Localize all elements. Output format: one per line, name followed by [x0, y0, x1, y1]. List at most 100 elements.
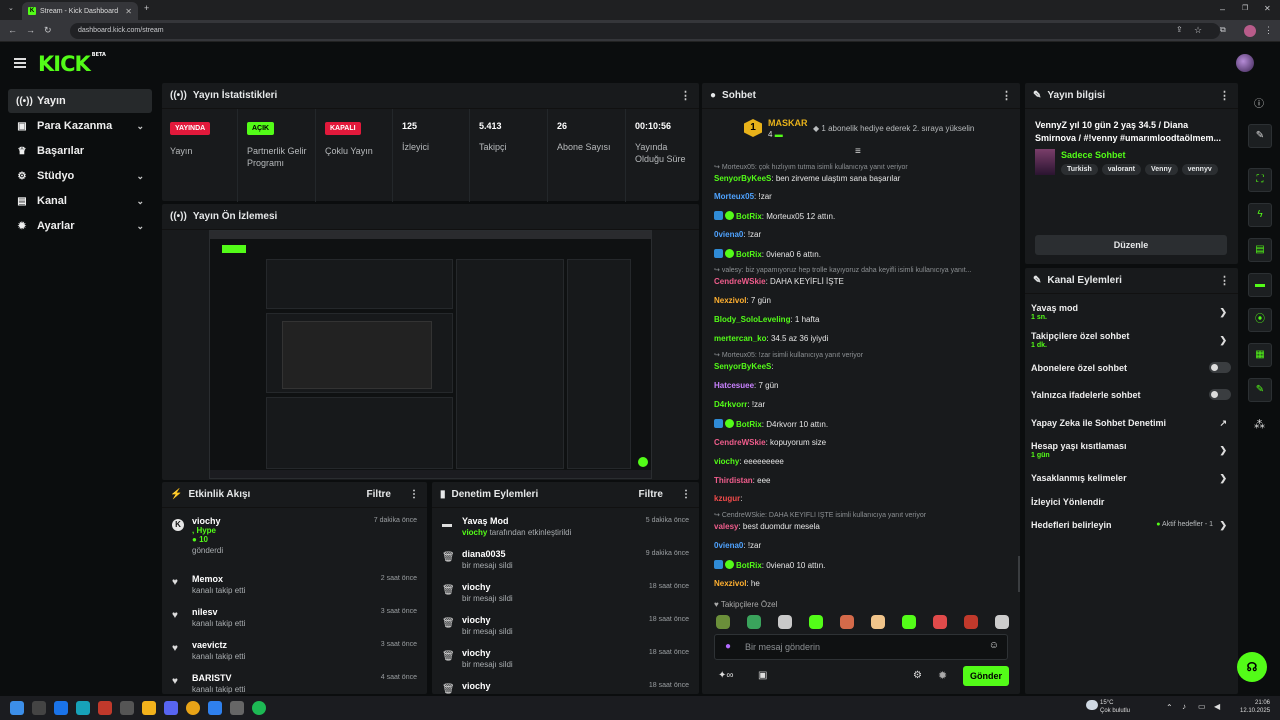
layout-icon[interactable]: ▦	[1248, 343, 1272, 367]
tray-icon[interactable]: ♪	[1182, 702, 1186, 711]
slow-mode-setting[interactable]: Yavaş mod 1 sn. ❯	[1031, 303, 1231, 321]
chat-username[interactable]: BotRix	[736, 250, 762, 259]
forward-icon[interactable]: →	[26, 26, 35, 35]
sidebar-item-studyo[interactable]: ⚙ Stüdyo ⌄	[8, 164, 152, 188]
info-icon[interactable]: ⓘ	[1254, 95, 1264, 110]
volume-icon[interactable]: ◀	[1214, 702, 1220, 711]
chat-scrollbar[interactable]	[1018, 556, 1020, 592]
tag[interactable]: vennyv	[1181, 164, 1218, 175]
lightning-icon[interactable]: ϟ	[1248, 203, 1272, 227]
extensions-icon[interactable]: ⧉	[1220, 26, 1226, 34]
category-name[interactable]: Sadece Sohbet	[1061, 150, 1126, 160]
chat-mod-icon[interactable]: ✹	[938, 669, 947, 682]
chat-username[interactable]: D4rkvorr	[714, 400, 747, 409]
chrome-icon[interactable]	[186, 701, 200, 715]
app-icon[interactable]	[208, 701, 222, 715]
app-icon[interactable]	[54, 701, 68, 715]
emote-icon[interactable]	[747, 615, 761, 629]
task-view-icon[interactable]	[32, 701, 46, 715]
more-options-icon[interactable]: ⋮	[680, 89, 691, 102]
more-options-icon[interactable]: ⋮	[1219, 274, 1230, 287]
profile-avatar-icon[interactable]	[1244, 25, 1256, 37]
sidebar-item-para-kazanma[interactable]: ▣ Para Kazanma ⌄	[8, 114, 152, 138]
file-explorer-icon[interactable]	[142, 701, 156, 715]
emoji-icon[interactable]: ☺	[989, 640, 999, 651]
emote-icon[interactable]	[933, 615, 947, 629]
menu-hamburger-icon[interactable]	[14, 58, 26, 68]
tray-overflow-icon[interactable]: ⌃	[1166, 703, 1173, 712]
kick-points-icon[interactable]: ✦∞	[718, 670, 734, 681]
tag[interactable]: valorant	[1101, 164, 1141, 175]
chat-username[interactable]: 0viena0	[714, 230, 743, 239]
chat-username[interactable]: CendreWSkie	[714, 438, 766, 447]
sidebar-item-kanal[interactable]: ▤ Kanal ⌄	[8, 189, 152, 213]
close-window-icon[interactable]: ✕	[1264, 5, 1271, 13]
fullscreen-icon[interactable]: ⛶	[1248, 168, 1272, 192]
broadcast-icon[interactable]: ⦿	[1248, 308, 1272, 332]
more-options-icon[interactable]: ⋮	[681, 489, 691, 500]
network-icon[interactable]: ▭	[1198, 702, 1206, 711]
tag[interactable]: Turkish	[1061, 164, 1098, 175]
microphone-icon[interactable]: ●	[725, 641, 731, 652]
pencil-icon[interactable]: ✎	[1248, 124, 1272, 148]
collapse-leaderboard-icon[interactable]: ≡	[855, 146, 861, 157]
chat-username[interactable]: kzugur	[714, 494, 740, 503]
stream-preview-video[interactable]	[209, 230, 652, 479]
emote-icon[interactable]	[964, 615, 978, 629]
chat-username[interactable]: Thirdistan	[714, 476, 753, 485]
app-icon[interactable]	[120, 701, 134, 715]
sidebar-item-basarilar[interactable]: ♛ Başarılar	[8, 139, 152, 163]
weather-widget[interactable]: 15°C Çok bulutlu	[1100, 699, 1130, 715]
chat-username[interactable]: BotRix	[736, 420, 762, 429]
chat-username[interactable]: BotRix	[736, 561, 762, 570]
browser-menu-icon[interactable]: ⋮	[1264, 26, 1273, 35]
user-avatar[interactable]	[1236, 54, 1254, 72]
chat-username[interactable]: Hatcesuee	[714, 381, 754, 390]
sidebar-item-yayin[interactable]: ((•)) Yayın	[8, 89, 152, 113]
support-headset-icon[interactable]: ☊	[1237, 652, 1267, 682]
emote-icon[interactable]	[840, 615, 854, 629]
browser-tab[interactable]: K Stream - Kick Dashboard ✕	[22, 2, 138, 20]
chat-username[interactable]: SenyorByKeeS	[714, 174, 771, 183]
maximize-icon[interactable]: ❐	[1242, 5, 1248, 12]
chat-username[interactable]: Blody_SoloLeveling	[714, 315, 790, 324]
address-bar[interactable]: dashboard.kick.com/stream	[70, 23, 1220, 39]
discord-icon[interactable]	[164, 701, 178, 715]
emote-icon[interactable]	[778, 615, 792, 629]
banned-words-setting[interactable]: Yasaklanmış kelimeler ❯	[1031, 473, 1231, 483]
share-icon[interactable]: ⇪	[1176, 26, 1183, 34]
chat-username[interactable]: viochy	[714, 457, 739, 466]
emote-icon[interactable]	[716, 615, 730, 629]
emote-icon[interactable]	[995, 615, 1009, 629]
chat-message-input[interactable]: ● Bir mesaj gönderin ☺	[714, 634, 1008, 660]
filter-button[interactable]: Filtre	[639, 489, 663, 500]
more-options-icon[interactable]: ⋮	[409, 489, 419, 500]
windows-start-icon[interactable]	[10, 701, 24, 715]
tag[interactable]: Venny	[1145, 164, 1178, 175]
subscribers-only-toggle[interactable]	[1209, 362, 1231, 373]
clock[interactable]: 21:06 12.10.2025	[1240, 699, 1270, 715]
emote-icon[interactable]	[902, 615, 916, 629]
ai-moderation-setting[interactable]: Yapay Zeka ile Sohbet Denetimi ↗	[1031, 418, 1231, 428]
wrench-icon[interactable]: ✎	[1248, 378, 1272, 402]
tab-search-icon[interactable]: ⌄	[8, 5, 14, 12]
minimize-icon[interactable]: –	[1220, 5, 1225, 14]
goals-setting[interactable]: Hedefleri belirleyin ● Aktif hedefler - 1…	[1031, 520, 1231, 530]
chat-username[interactable]: BotRix	[736, 212, 762, 221]
chat-settings-icon[interactable]: ⚙	[913, 670, 922, 681]
kick-logo[interactable]: KICK BETA	[38, 52, 106, 76]
chat-username[interactable]: valesy	[714, 522, 738, 531]
account-age-setting[interactable]: Hesap yaşı kısıtlaması 1 gün ❯	[1031, 441, 1231, 459]
more-options-icon[interactable]: ⋮	[1001, 89, 1012, 102]
reload-icon[interactable]: ↻	[44, 26, 52, 35]
document-icon[interactable]: ▤	[1248, 238, 1272, 262]
new-tab-icon[interactable]: +	[144, 4, 149, 13]
emote-icon[interactable]	[871, 615, 885, 629]
send-button[interactable]: Gönder	[963, 666, 1009, 686]
settings-icon[interactable]	[230, 701, 244, 715]
chat-username[interactable]: Nexzivol	[714, 296, 746, 305]
gift-icon[interactable]: ▣	[758, 670, 767, 681]
chat-username[interactable]: Nexzivol	[714, 579, 746, 588]
more-options-icon[interactable]: ⋮	[1219, 89, 1230, 102]
app-icon[interactable]	[98, 701, 112, 715]
